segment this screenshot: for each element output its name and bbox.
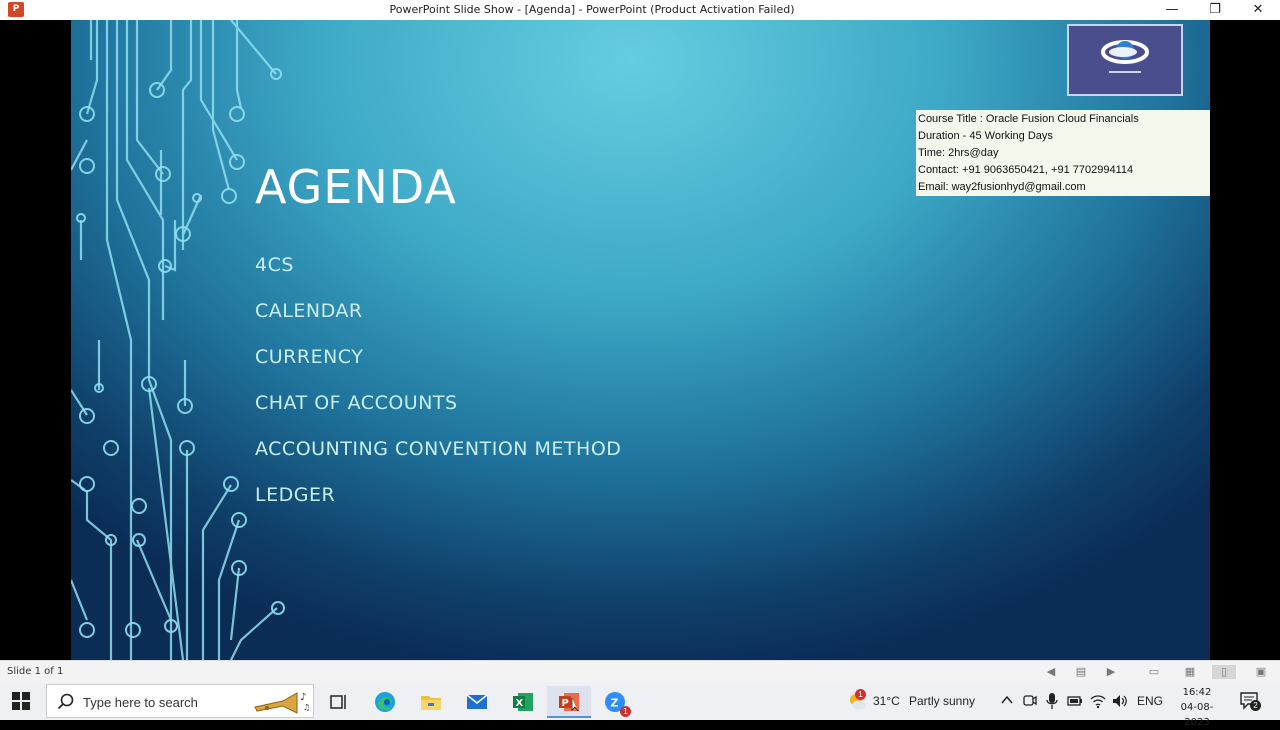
battery-icon[interactable] <box>1067 694 1083 708</box>
svg-text:♪: ♪ <box>300 692 306 703</box>
powerpoint-taskbar-button[interactable]: P <box>547 686 591 718</box>
mail-taskbar-button[interactable] <box>455 686 499 718</box>
slide[interactable]: AGENDA 4CS CALENDAR CURRENCY CHAT OF ACC… <box>71 20 1210 660</box>
zoom-notification-badge: 1 <box>620 706 631 717</box>
powerpoint-icon: P <box>559 693 579 712</box>
email-text: Email: way2fusionhyd@gmail.com <box>918 181 1086 193</box>
weather-badge: 1 <box>855 689 866 700</box>
windows-start-icon[interactable] <box>12 692 30 710</box>
status-bar: Slide 1 of 1 ◀ ▤ ▶ ▭ ▦ ▯ ▣ <box>0 660 1280 682</box>
agenda-item: LEDGER <box>255 484 336 506</box>
previous-slide-icon[interactable]: ◀ <box>1044 665 1058 679</box>
speaker-icon[interactable] <box>1112 693 1128 709</box>
clock-time: 16:42 <box>1182 687 1212 698</box>
slide-count: Slide 1 of 1 <box>7 666 64 677</box>
notification-count-badge: 2 <box>1250 700 1261 711</box>
course-info-box: Course Title : Oracle Fusion Cloud Finan… <box>916 110 1210 196</box>
time-text: Time: 2hrs@day <box>918 147 999 159</box>
close-button[interactable]: ✕ <box>1238 0 1278 20</box>
svg-text:Z: Z <box>611 697 619 710</box>
next-slide-icon[interactable]: ▶ <box>1104 665 1118 679</box>
svg-text:♫: ♫ <box>303 703 310 712</box>
weather-description: Partly sunny <box>909 694 976 708</box>
duration-text: Duration - 45 Working Days <box>918 130 1053 142</box>
window-title: PowerPoint Slide Show - [Agenda] - Power… <box>389 3 795 16</box>
logo-swirl-icon <box>1101 40 1149 73</box>
task-view-button[interactable] <box>316 686 360 718</box>
window-titlebar: P PowerPoint Slide Show - [Agenda] - Pow… <box>0 0 1280 20</box>
excel-icon: X <box>513 693 533 711</box>
search-placeholder: Type here to search <box>83 695 198 710</box>
svg-text:X: X <box>516 698 524 709</box>
normal-view-icon[interactable]: ▭ <box>1147 665 1161 679</box>
agenda-item: CHAT OF ACCOUNTS <box>255 392 458 414</box>
wifi-icon[interactable] <box>1090 693 1106 709</box>
search-icon <box>57 693 74 710</box>
slide-sorter-icon[interactable]: ▦ <box>1183 665 1197 679</box>
agenda-item: 4CS <box>255 254 294 276</box>
restore-button[interactable]: ❐ <box>1195 0 1235 20</box>
show-hidden-icons-icon[interactable] <box>1000 693 1014 707</box>
edge-browser-icon <box>375 692 395 712</box>
slide-title: AGENDA <box>255 160 457 214</box>
agenda-item: CURRENCY <box>255 346 364 368</box>
weather-temperature: 31°C <box>873 694 900 708</box>
zoom-taskbar-button[interactable]: Z 1 <box>593 686 637 718</box>
taskbar: Type here to search ♪ ♫ X P Z 1 1 31°C P… <box>0 682 1280 728</box>
slideshow-stage: AGENDA 4CS CALENDAR CURRENCY CHAT OF ACC… <box>0 20 1280 660</box>
excel-taskbar-button[interactable]: X <box>501 686 545 718</box>
meet-now-icon[interactable] <box>1023 693 1037 709</box>
course-title-text: Course Title : Oracle Fusion Cloud Finan… <box>918 113 1139 125</box>
file-explorer-taskbar-button[interactable] <box>409 686 453 718</box>
task-view-icon <box>330 695 346 709</box>
trumpet-highlight-icon: ♪ ♫ <box>254 692 310 714</box>
language-indicator[interactable]: ENG <box>1137 694 1163 710</box>
agenda-list: 4CS CALENDAR CURRENCY CHAT OF ACCOUNTS A… <box>255 254 621 530</box>
microphone-icon[interactable] <box>1046 692 1058 710</box>
clock[interactable]: 16:42 04-08-2023 <box>1168 685 1226 730</box>
slideshow-view-icon[interactable]: ▣ <box>1254 665 1268 679</box>
mail-icon <box>466 694 488 709</box>
clock-date: 04-08-2023 <box>1180 702 1214 728</box>
edge-taskbar-button[interactable] <box>363 686 407 718</box>
svg-text:P: P <box>562 698 569 709</box>
slide-menu-icon[interactable]: ▤ <box>1074 665 1088 679</box>
folder-icon <box>421 696 441 710</box>
agenda-item: ACCOUNTING CONVENTION METHOD <box>255 438 622 460</box>
taskbar-search[interactable]: Type here to search ♪ ♫ <box>46 684 314 718</box>
reading-view-icon[interactable]: ▯ <box>1212 665 1236 679</box>
agenda-item: CALENDAR <box>255 300 363 322</box>
weather-widget[interactable]: 1 31°C Partly sunny <box>844 682 994 720</box>
contact-text: Contact: +91 9063650421, +91 7702994114 <box>918 164 1134 176</box>
minimize-button[interactable]: — <box>1152 0 1192 20</box>
company-logo <box>1067 24 1183 96</box>
notification-center-icon[interactable]: 2 <box>1240 692 1262 712</box>
